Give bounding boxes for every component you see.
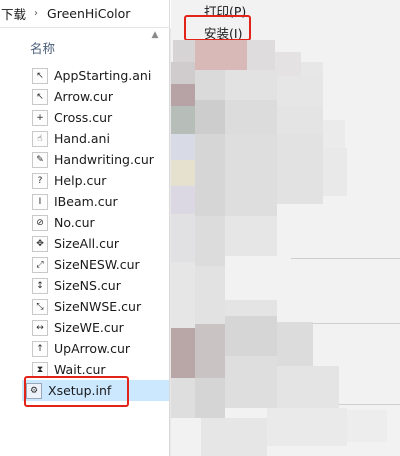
cursor-up-arrow-icon: ↑ — [32, 340, 48, 357]
cursor-hand-icon: ☝ — [32, 130, 48, 147]
cursor-cross-icon: + — [32, 109, 48, 126]
cursor-no-icon: ⊘ — [32, 214, 48, 231]
menu-separator — [291, 258, 400, 259]
list-item[interactable]: ⧗ Wait.cur — [28, 359, 169, 380]
list-item[interactable]: ⤡ SizeNWSE.cur — [28, 296, 169, 317]
list-item[interactable]: ↑ UpArrow.cur — [28, 338, 169, 359]
list-item[interactable]: I IBeam.cur — [28, 191, 169, 212]
file-name: Help.cur — [54, 173, 107, 188]
list-item[interactable]: ↕ SizeNS.cur — [28, 275, 169, 296]
cursor-move-icon: ✥ — [32, 235, 48, 252]
breadcrumb: 下载 › GreenHiColor — [0, 0, 170, 28]
cursor-resize-horizontal-icon: ↔ — [32, 319, 48, 336]
file-name: SizeAll.cur — [54, 236, 120, 251]
file-name: SizeNESW.cur — [54, 257, 140, 272]
file-name: SizeNWSE.cur — [54, 299, 142, 314]
list-item[interactable]: ? Help.cur — [28, 170, 169, 191]
column-header-name[interactable]: 名称 — [30, 38, 55, 57]
cursor-arrow-icon: ↖ — [32, 88, 48, 105]
file-name: Cross.cur — [54, 110, 113, 125]
list-item[interactable]: ↖ Arrow.cur — [28, 86, 169, 107]
cursor-pen-icon: ✎ — [32, 151, 48, 168]
breadcrumb-item-downloads[interactable]: 下载 — [1, 4, 26, 23]
cursor-resize-diagonal-icon: ⤢ — [32, 256, 48, 273]
cursor-resize-vertical-icon: ↕ — [32, 277, 48, 294]
file-explorer-pane: 下载 › GreenHiColor ▲ 名称 ↖ AppStarting.ani… — [0, 0, 170, 456]
list-item[interactable]: ⊘ No.cur — [28, 212, 169, 233]
file-name: IBeam.cur — [54, 194, 118, 209]
list-item[interactable]: ↖ AppStarting.ani — [28, 65, 169, 86]
file-name: Wait.cur — [54, 362, 106, 377]
list-item[interactable]: ⤢ SizeNESW.cur — [28, 254, 169, 275]
chevron-right-icon: › — [34, 8, 39, 19]
cursor-help-icon: ? — [32, 172, 48, 189]
cursor-ibeam-icon: I — [32, 193, 48, 210]
cursor-wait-icon: ⧗ — [32, 361, 48, 378]
list-item-selected[interactable]: ⚙ Xsetup.inf — [22, 380, 169, 401]
file-name: Hand.ani — [54, 131, 110, 146]
list-item[interactable]: ☝ Hand.ani — [28, 128, 169, 149]
chevron-up-icon[interactable]: ▲ — [150, 30, 160, 40]
file-name: AppStarting.ani — [54, 68, 152, 83]
list-item[interactable]: ✥ SizeAll.cur — [28, 233, 169, 254]
file-name: SizeWE.cur — [54, 320, 124, 335]
breadcrumb-item-folder[interactable]: GreenHiColor — [47, 6, 130, 21]
file-name: Xsetup.inf — [48, 383, 112, 398]
context-menu: 打印(P) 安装(I) — [171, 0, 400, 456]
file-name: Arrow.cur — [54, 89, 113, 104]
cursor-busy-arrow-icon: ↖ — [32, 67, 48, 84]
file-name: UpArrow.cur — [54, 341, 131, 356]
list-item[interactable]: ✎ Handwriting.cur — [28, 149, 169, 170]
list-item[interactable]: + Cross.cur — [28, 107, 169, 128]
list-item[interactable]: ↔ SizeWE.cur — [28, 317, 169, 338]
file-name: Handwriting.cur — [54, 152, 154, 167]
setup-info-file-icon: ⚙ — [26, 382, 42, 399]
file-name: SizeNS.cur — [54, 278, 121, 293]
menu-item-print[interactable]: 打印(P) — [204, 1, 246, 20]
cursor-resize-diagonal-icon: ⤡ — [32, 298, 48, 315]
file-name: No.cur — [54, 215, 95, 230]
